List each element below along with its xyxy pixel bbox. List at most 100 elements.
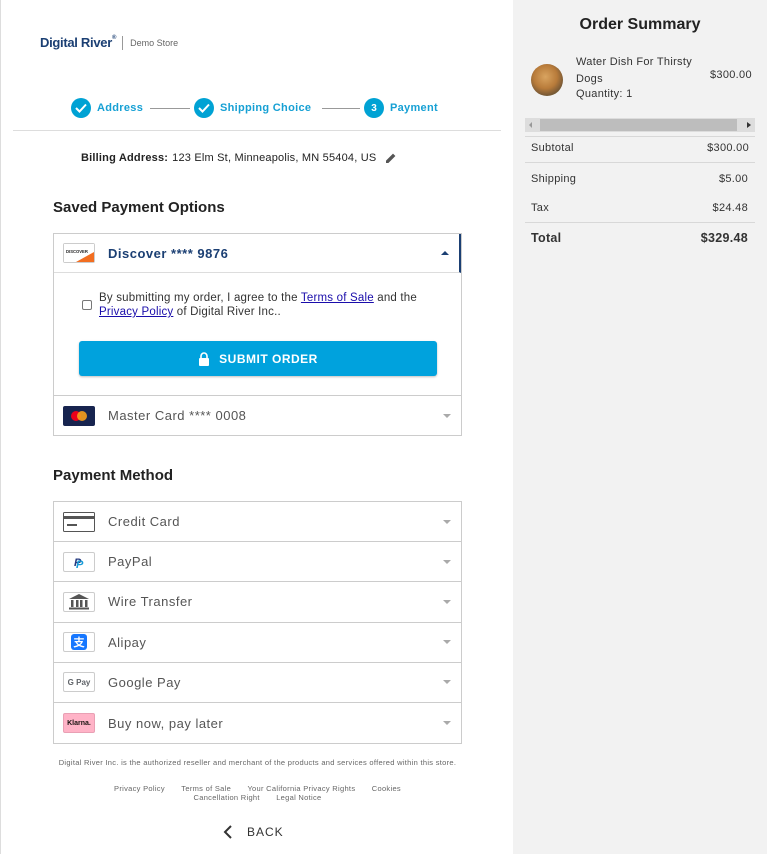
chevron-down-icon <box>443 680 451 685</box>
svg-text:DISCOVER: DISCOVER <box>66 249 88 254</box>
agreement-text: By submitting my order, I agree to the T… <box>99 292 417 318</box>
saved-card-mastercard[interactable]: Master Card **** 0008 <box>54 395 461 435</box>
terms-link[interactable]: Terms of Sale <box>301 292 374 304</box>
chevron-down-icon <box>443 413 451 418</box>
summary-divider <box>525 222 755 223</box>
saved-card-label: Discover **** 9876 <box>108 245 229 261</box>
subtotal-label: Subtotal <box>531 142 574 154</box>
credit-card-icon <box>63 511 95 532</box>
payment-method-label: Buy now, pay later <box>108 715 224 731</box>
step-connector <box>322 108 360 109</box>
saved-card-label: Master Card **** 0008 <box>108 408 247 423</box>
step-label: Shipping Choice <box>220 102 312 114</box>
horizontal-scrollbar[interactable] <box>525 118 755 132</box>
product-quantity: Quantity: 1 <box>576 88 633 100</box>
step-connector <box>150 108 190 109</box>
back-button[interactable]: BACK <box>223 825 284 839</box>
summary-divider <box>525 136 755 137</box>
footer-note: Digital River Inc. is the authorized res… <box>58 758 457 767</box>
footer-links: Privacy Policy Terms of Sale Your Califo… <box>53 784 462 802</box>
chevron-up-icon <box>441 251 449 255</box>
chevron-left-icon <box>223 825 232 839</box>
summary-divider <box>525 162 755 163</box>
footer-link-california-privacy[interactable]: Your California Privacy Rights <box>247 784 355 793</box>
footer-link-legal[interactable]: Legal Notice <box>276 793 321 802</box>
payment-method-title: Payment Method <box>53 467 174 484</box>
product-image <box>531 64 563 96</box>
chevron-down-icon <box>443 519 451 524</box>
saved-card-discover[interactable]: DISCOVER Discover **** 9876 <box>54 234 461 273</box>
scroll-right-icon[interactable] <box>747 122 751 128</box>
saved-payment-title: Saved Payment Options <box>53 199 225 216</box>
svg-text:支: 支 <box>73 635 86 649</box>
scroll-left-icon[interactable] <box>529 122 532 128</box>
privacy-link[interactable]: Privacy Policy <box>99 306 173 318</box>
payment-method-wire-transfer[interactable]: Wire Transfer <box>54 582 461 623</box>
payment-method-klarna[interactable]: Klarna. Buy now, pay later <box>54 703 461 743</box>
product-price: $300.00 <box>710 69 752 81</box>
footer-link-cancellation[interactable]: Cancellation Right <box>194 793 260 802</box>
alipay-icon: 支 <box>63 632 95 653</box>
google-pay-icon: G Pay <box>63 672 95 693</box>
tax-value: $24.48 <box>712 202 748 214</box>
step-address[interactable]: Address <box>71 98 143 118</box>
lock-icon <box>199 351 210 366</box>
order-summary-title: Order Summary <box>579 16 701 33</box>
checkout-panel: Digital River® Demo Store Address Shippi… <box>0 0 513 854</box>
chevron-down-icon <box>443 640 451 645</box>
logo-separator <box>122 35 124 50</box>
klarna-icon: Klarna. <box>63 713 95 734</box>
payment-method-paypal[interactable]: PP PayPal <box>54 542 461 583</box>
total-row: Total $329.48 <box>531 231 748 245</box>
billing-address: Billing Address: 123 Elm St, Minneapolis… <box>81 152 397 164</box>
chevron-down-icon <box>443 721 451 726</box>
footer-link-cookies[interactable]: Cookies <box>372 784 401 793</box>
step-label: Address <box>97 102 144 114</box>
footer-link-privacy[interactable]: Privacy Policy <box>114 784 165 793</box>
pencil-icon[interactable] <box>385 152 397 164</box>
footer-link-terms[interactable]: Terms of Sale <box>181 784 231 793</box>
svg-text:P: P <box>76 559 84 571</box>
agreement: By submitting my order, I agree to the T… <box>82 291 442 319</box>
subtotal-row: Subtotal $300.00 <box>531 142 749 154</box>
bank-icon <box>63 591 95 612</box>
klarna-badge: Klarna. <box>67 719 91 727</box>
back-label: BACK <box>247 825 284 839</box>
payment-method-list: Credit Card PP PayPal Wire Transfer 支 Al… <box>53 501 462 745</box>
order-summary: Order Summary Water Dish For Thirsty Dog… <box>513 0 767 854</box>
store-logo[interactable]: Digital River® Demo Store <box>40 35 178 50</box>
payment-method-credit-card[interactable]: Credit Card <box>54 502 461 543</box>
submit-order-button[interactable]: SUBMIT ORDER <box>79 341 437 376</box>
header-divider <box>13 130 501 131</box>
google-pay-badge: G Pay <box>67 677 91 687</box>
payment-method-google-pay[interactable]: G Pay Google Pay <box>54 663 461 703</box>
store-name: Demo Store <box>130 37 179 48</box>
tax-row: Tax $24.48 <box>531 202 748 214</box>
shipping-row: Shipping $5.00 <box>531 173 748 185</box>
step-shipping-choice[interactable]: Shipping Choice <box>194 98 311 118</box>
scrollbar-thumb[interactable] <box>540 119 737 131</box>
payment-method-label: Alipay <box>108 634 147 650</box>
billing-value: 123 Elm St, Minneapolis, MN 55404, US <box>172 152 377 164</box>
paypal-icon: PP <box>63 551 95 572</box>
payment-method-label: Wire Transfer <box>108 594 193 610</box>
payment-method-alipay[interactable]: 支 Alipay <box>54 623 461 663</box>
discover-card-icon: DISCOVER <box>63 243 95 263</box>
total-label: Total <box>531 231 562 245</box>
mastercard-icon <box>63 405 95 426</box>
agree-checkbox[interactable] <box>82 300 92 310</box>
product-name: Water Dish For Thirsty Dogs <box>576 56 693 85</box>
step-payment[interactable]: 3 Payment <box>364 98 438 118</box>
subtotal-value: $300.00 <box>707 142 749 154</box>
shipping-value: $5.00 <box>718 173 748 185</box>
check-icon <box>71 98 91 118</box>
payment-method-label: Google Pay <box>108 674 181 690</box>
check-icon <box>194 98 214 118</box>
brand-name: Digital River® <box>40 35 117 50</box>
tax-label: Tax <box>531 202 550 214</box>
chevron-down-icon <box>443 599 451 604</box>
step-label: Payment <box>390 102 438 114</box>
submit-order-label: SUBMIT ORDER <box>219 351 318 366</box>
step-number: 3 <box>364 98 384 118</box>
total-value: $329.48 <box>700 231 748 245</box>
